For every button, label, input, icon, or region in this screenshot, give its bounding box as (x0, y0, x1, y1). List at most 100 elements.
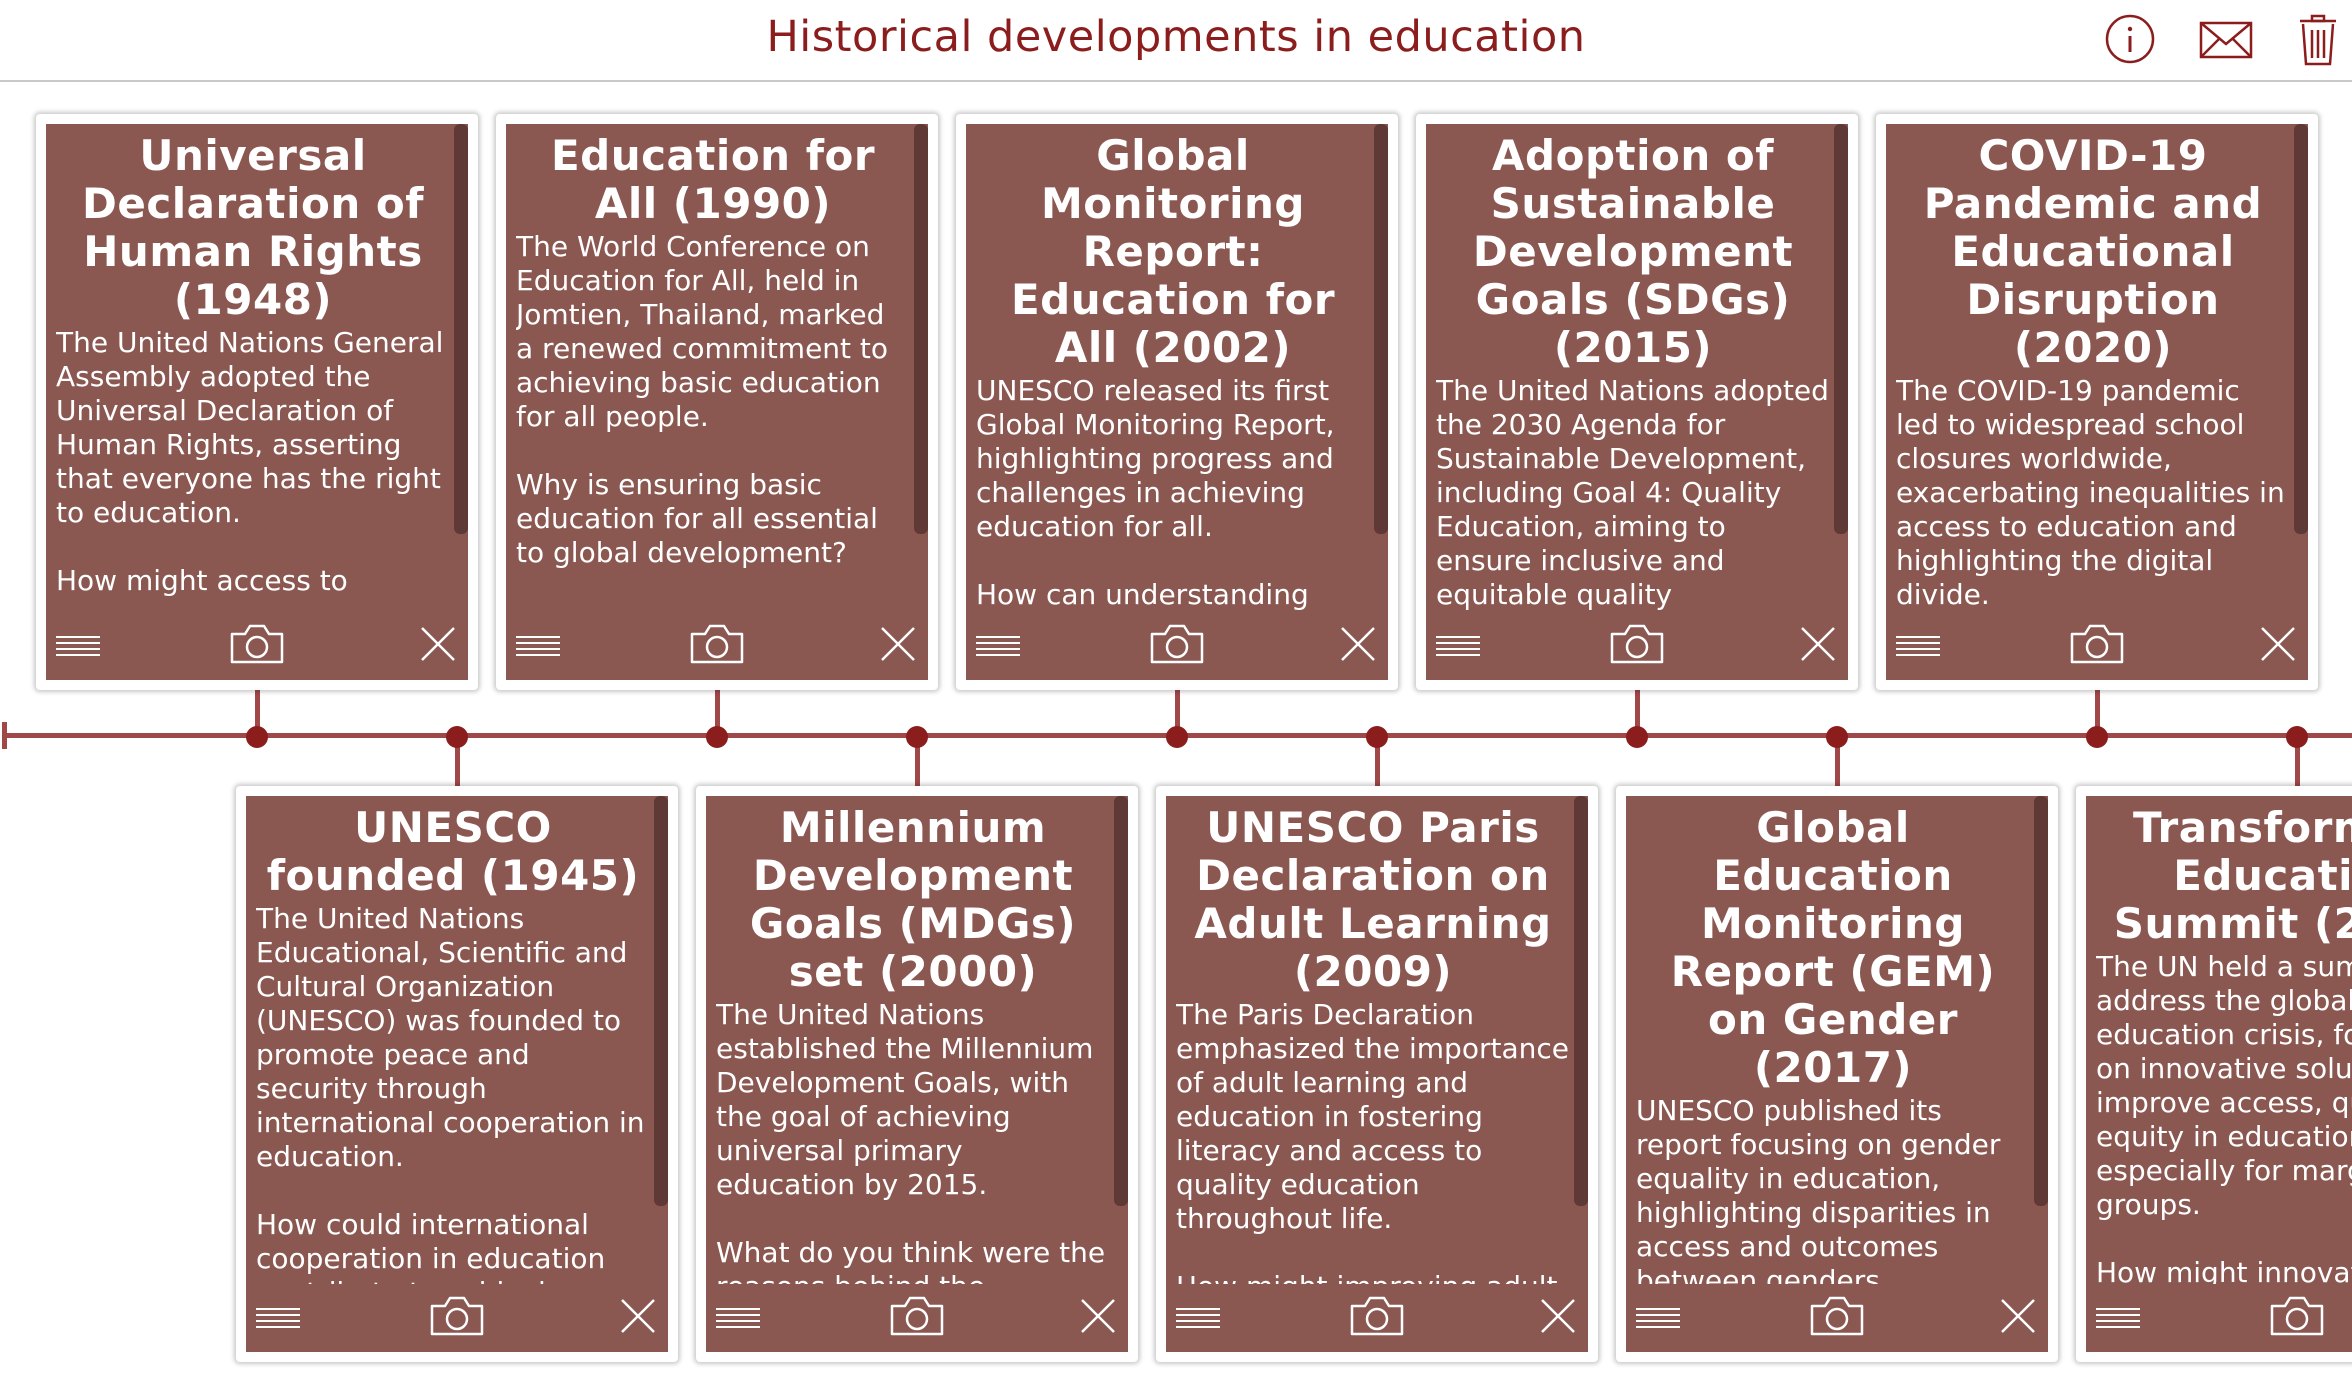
event-description: The UN held a summit to address the glob… (2096, 950, 2352, 1221)
timeline-dot[interactable] (446, 726, 468, 748)
event-card-toolbar (46, 616, 468, 680)
event-card-toolbar (1426, 616, 1848, 680)
timeline-dot[interactable] (706, 726, 728, 748)
event-title: Universal Declaration of Human Rights (1… (81, 132, 424, 324)
event-description: The United Nations Educational, Scientif… (256, 902, 645, 1173)
card-scrollbar[interactable] (1114, 796, 1128, 1206)
event-card[interactable]: UNESCO founded (1945) The United Nations … (236, 786, 678, 1362)
menu-icon[interactable] (1434, 630, 1482, 660)
menu-icon[interactable] (54, 630, 102, 660)
event-card-body: COVID-19 Pandemic and Educational Disrup… (1886, 124, 2308, 680)
event-card[interactable]: Education for All (1990) The World Confer… (496, 114, 938, 690)
event-card[interactable]: Adoption of Sustainable Development Goal… (1416, 114, 1858, 690)
info-icon[interactable] (2100, 12, 2160, 68)
event-card[interactable]: Global Education Monitoring Report (GEM)… (1616, 786, 2058, 1362)
event-card-body: Education for All (1990) The World Confer… (506, 124, 928, 680)
event-card-content[interactable]: Education for All (1990) The World Confer… (516, 132, 910, 612)
timeline-dot[interactable] (246, 726, 268, 748)
event-card[interactable]: Transforming Education Summit (2022)The … (2076, 786, 2352, 1362)
event-card[interactable]: COVID-19 Pandemic and Educational Disrup… (1876, 114, 2318, 690)
event-card[interactable]: Universal Declaration of Human Rights (1… (36, 114, 478, 690)
event-card-content[interactable]: COVID-19 Pandemic and Educational Disrup… (1896, 132, 2290, 612)
trash-icon[interactable] (2288, 12, 2348, 68)
camera-icon[interactable] (1608, 622, 1666, 666)
menu-icon[interactable] (514, 630, 562, 660)
camera-icon[interactable] (1348, 1294, 1406, 1338)
event-title: UNESCO Paris Declaration on Adult Learni… (1194, 804, 1552, 996)
event-card[interactable]: Global Monitoring Report: Education for … (956, 114, 1398, 690)
camera-icon[interactable] (228, 622, 286, 666)
mail-icon[interactable] (2196, 12, 2256, 68)
event-question: How might innovative (2096, 1256, 2352, 1284)
event-title: UNESCO founded (1945) (266, 804, 640, 900)
menu-icon[interactable] (254, 1302, 302, 1332)
event-card-toolbar (706, 1288, 1128, 1352)
timeline-dot[interactable] (1166, 726, 1188, 748)
event-card-content[interactable]: Transforming Education Summit (2022)The … (2096, 804, 2352, 1284)
event-title: Transforming Education Summit (2022) (2113, 804, 2352, 948)
event-card-content[interactable]: Millennium Development Goals (MDGs) set … (716, 804, 1110, 1284)
event-card[interactable]: Millennium Development Goals (MDGs) set … (696, 786, 1138, 1362)
camera-icon[interactable] (888, 1294, 946, 1338)
event-card-body: Global Monitoring Report: Education for … (966, 124, 1388, 680)
event-card-content[interactable]: Global Education Monitoring Report (GEM)… (1636, 804, 2030, 1284)
event-card-toolbar (1626, 1288, 2048, 1352)
close-icon[interactable] (878, 624, 918, 664)
close-icon[interactable] (418, 624, 458, 664)
card-scrollbar[interactable] (2294, 124, 2308, 534)
camera-icon[interactable] (2268, 1294, 2326, 1338)
event-card-content[interactable]: Universal Declaration of Human Rights (1… (56, 132, 450, 612)
timeline-dot[interactable] (2286, 726, 2308, 748)
event-description: The United Nations General Assembly adop… (56, 326, 444, 529)
card-scrollbar[interactable] (2034, 796, 2048, 1206)
menu-icon[interactable] (2094, 1302, 2142, 1332)
close-icon[interactable] (1998, 1296, 2038, 1336)
menu-icon[interactable] (1894, 630, 1942, 660)
card-scrollbar[interactable] (914, 124, 928, 534)
card-scrollbar[interactable] (654, 796, 668, 1206)
card-scrollbar[interactable] (454, 124, 468, 534)
close-icon[interactable] (1798, 624, 1838, 664)
close-icon[interactable] (1538, 1296, 1578, 1336)
timeline-dot[interactable] (906, 726, 928, 748)
event-question: How might improving adult (1176, 1270, 1570, 1284)
event-description: The United Nations adopted the 2030 Agen… (1436, 374, 1829, 611)
camera-icon[interactable] (428, 1294, 486, 1338)
event-title: Education for All (1990) (550, 132, 876, 228)
event-description: The United Nations established the Mille… (716, 998, 1094, 1201)
camera-icon[interactable] (2068, 622, 2126, 666)
menu-icon[interactable] (1634, 1302, 1682, 1332)
menu-icon[interactable] (714, 1302, 762, 1332)
close-icon[interactable] (1078, 1296, 1118, 1336)
event-card-content[interactable]: UNESCO founded (1945) The United Nations … (256, 804, 650, 1284)
timeline-dot[interactable] (1366, 726, 1388, 748)
menu-icon[interactable] (974, 630, 1022, 660)
event-card[interactable]: UNESCO Paris Declaration on Adult Learni… (1156, 786, 1598, 1362)
timeline-dot[interactable] (2086, 726, 2108, 748)
event-title: Adoption of Sustainable Development Goal… (1472, 132, 1794, 372)
event-card-content[interactable]: Adoption of Sustainable Development Goal… (1436, 132, 1830, 612)
camera-icon[interactable] (1808, 1294, 1866, 1338)
camera-icon[interactable] (1148, 622, 1206, 666)
event-card-toolbar (966, 616, 1388, 680)
event-card-body: UNESCO Paris Declaration on Adult Learni… (1166, 796, 1588, 1352)
camera-icon[interactable] (688, 622, 746, 666)
card-scrollbar[interactable] (1834, 124, 1848, 534)
close-icon[interactable] (1338, 624, 1378, 664)
event-card-toolbar (506, 616, 928, 680)
event-question: How might access to (56, 564, 348, 597)
menu-icon[interactable] (1174, 1302, 1222, 1332)
card-scrollbar[interactable] (1574, 796, 1588, 1206)
page-title: Historical developments in education (766, 12, 1586, 62)
close-icon[interactable] (618, 1296, 658, 1336)
event-card-toolbar (1166, 1288, 1588, 1352)
event-question: Why is ensuring basic education for all … (516, 468, 878, 569)
event-description: UNESCO released its first Global Monitor… (976, 374, 1335, 543)
event-card-content[interactable]: Global Monitoring Report: Education for … (976, 132, 1370, 612)
event-card-content[interactable]: UNESCO Paris Declaration on Adult Learni… (1176, 804, 1570, 1284)
timeline-dot[interactable] (1626, 726, 1648, 748)
close-icon[interactable] (2258, 624, 2298, 664)
card-scrollbar[interactable] (1374, 124, 1388, 534)
timeline-dot[interactable] (1826, 726, 1848, 748)
event-description: UNESCO published its report focusing on … (1636, 1094, 2001, 1284)
